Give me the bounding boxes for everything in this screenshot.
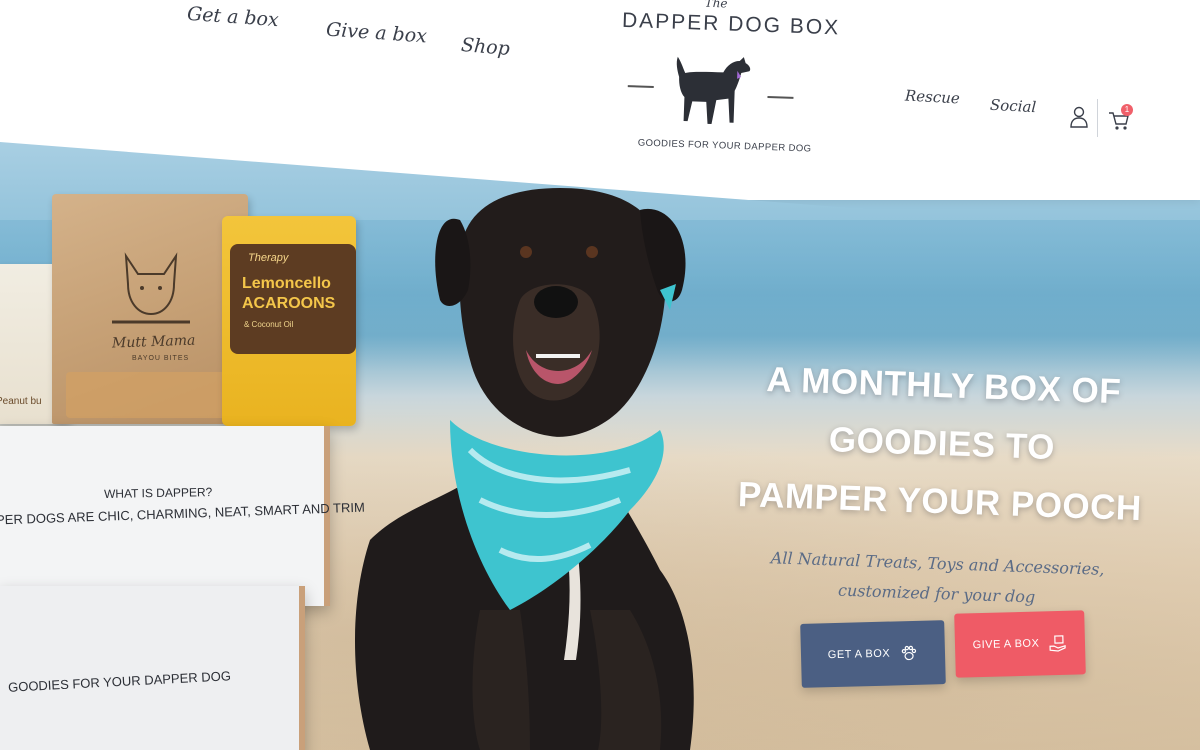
site-logo[interactable]: The DAPPER DOG BOX GOODIES FOR YOUR DAPP… bbox=[609, 0, 841, 169]
yellow-bag-name-line1: Lemoncello bbox=[242, 275, 331, 292]
hero-dog-image bbox=[355, 188, 694, 750]
logo-the: The bbox=[704, 0, 728, 11]
nav-rescue[interactable]: Rescue bbox=[905, 87, 961, 108]
product-box-display: Peanut bu Mutt Mama BAYOU BITES Therapy … bbox=[0, 188, 365, 750]
give-a-box-label: GIVE A BOX bbox=[972, 637, 1040, 652]
logo-tagline: GOODIES FOR YOUR DAPPER DOG bbox=[637, 137, 812, 155]
box-definition: PER DOGS ARE CHIC, CHARMING, NEAT, SMART… bbox=[0, 499, 366, 528]
nav-get-a-box[interactable]: Get a box bbox=[186, 3, 279, 31]
page: Get a box Give a box Shop The DAPPER DOG… bbox=[0, 0, 1200, 750]
box-question: WHAT IS DAPPER? bbox=[103, 485, 213, 501]
dog-silhouette-icon bbox=[676, 56, 751, 125]
yellow-bag-name-line2: ACAROONS bbox=[242, 295, 336, 312]
tub-label: Peanut bu bbox=[0, 396, 42, 407]
gift-hand-icon bbox=[1049, 635, 1067, 652]
kraft-bag-window bbox=[66, 372, 232, 418]
logo-divider-left bbox=[627, 85, 654, 88]
nav-social[interactable]: Social bbox=[990, 96, 1037, 116]
give-a-box-button[interactable]: GIVE A BOX bbox=[954, 610, 1086, 678]
hero-cta-row: GET A BOX GIVE A BOX bbox=[800, 610, 1101, 692]
header-divider bbox=[1097, 99, 1098, 137]
yellow-bag-subtitle: & Coconut Oil bbox=[244, 320, 294, 329]
cart-count-badge: 1 bbox=[1121, 104, 1133, 116]
box-tagline: GOODIES FOR YOUR DAPPER DOG bbox=[7, 668, 232, 695]
get-a-box-label: GET A BOX bbox=[827, 647, 891, 662]
cattle-dog-icon bbox=[112, 252, 190, 324]
yellow-bag-name: Lemoncello ACAROONS bbox=[242, 274, 335, 314]
kraft-bag-brand: Mutt Mama bbox=[111, 332, 196, 352]
yellow-bag-brand: Therapy bbox=[248, 252, 289, 264]
gift-box-bottom: GOODIES FOR YOUR DAPPER DOG bbox=[0, 586, 305, 750]
logo-title: DAPPER DOG BOX bbox=[621, 8, 841, 40]
treat-bag-yellow: Therapy Lemoncello ACAROONS & Coconut Oi… bbox=[222, 216, 356, 426]
paw-icon bbox=[901, 645, 917, 661]
gift-box-top: WHAT IS DAPPER? PER DOGS ARE CHIC, CHARM… bbox=[0, 426, 365, 606]
user-icon[interactable] bbox=[1069, 106, 1089, 128]
nav-shop[interactable]: Shop bbox=[460, 34, 511, 60]
hero-copy: A MONTHLY BOX OF GOODIES TO PAMPER YOUR … bbox=[731, 350, 1150, 616]
kraft-bag-subtitle: BAYOU BITES bbox=[132, 355, 190, 362]
treat-bag-kraft: Mutt Mama BAYOU BITES bbox=[52, 194, 248, 424]
get-a-box-button[interactable]: GET A BOX bbox=[800, 620, 946, 688]
nav-give-a-box[interactable]: Give a box bbox=[325, 19, 427, 48]
logo-divider-right bbox=[767, 95, 794, 99]
hero-title: A MONTHLY BOX OF GOODIES TO PAMPER YOUR … bbox=[734, 350, 1150, 538]
